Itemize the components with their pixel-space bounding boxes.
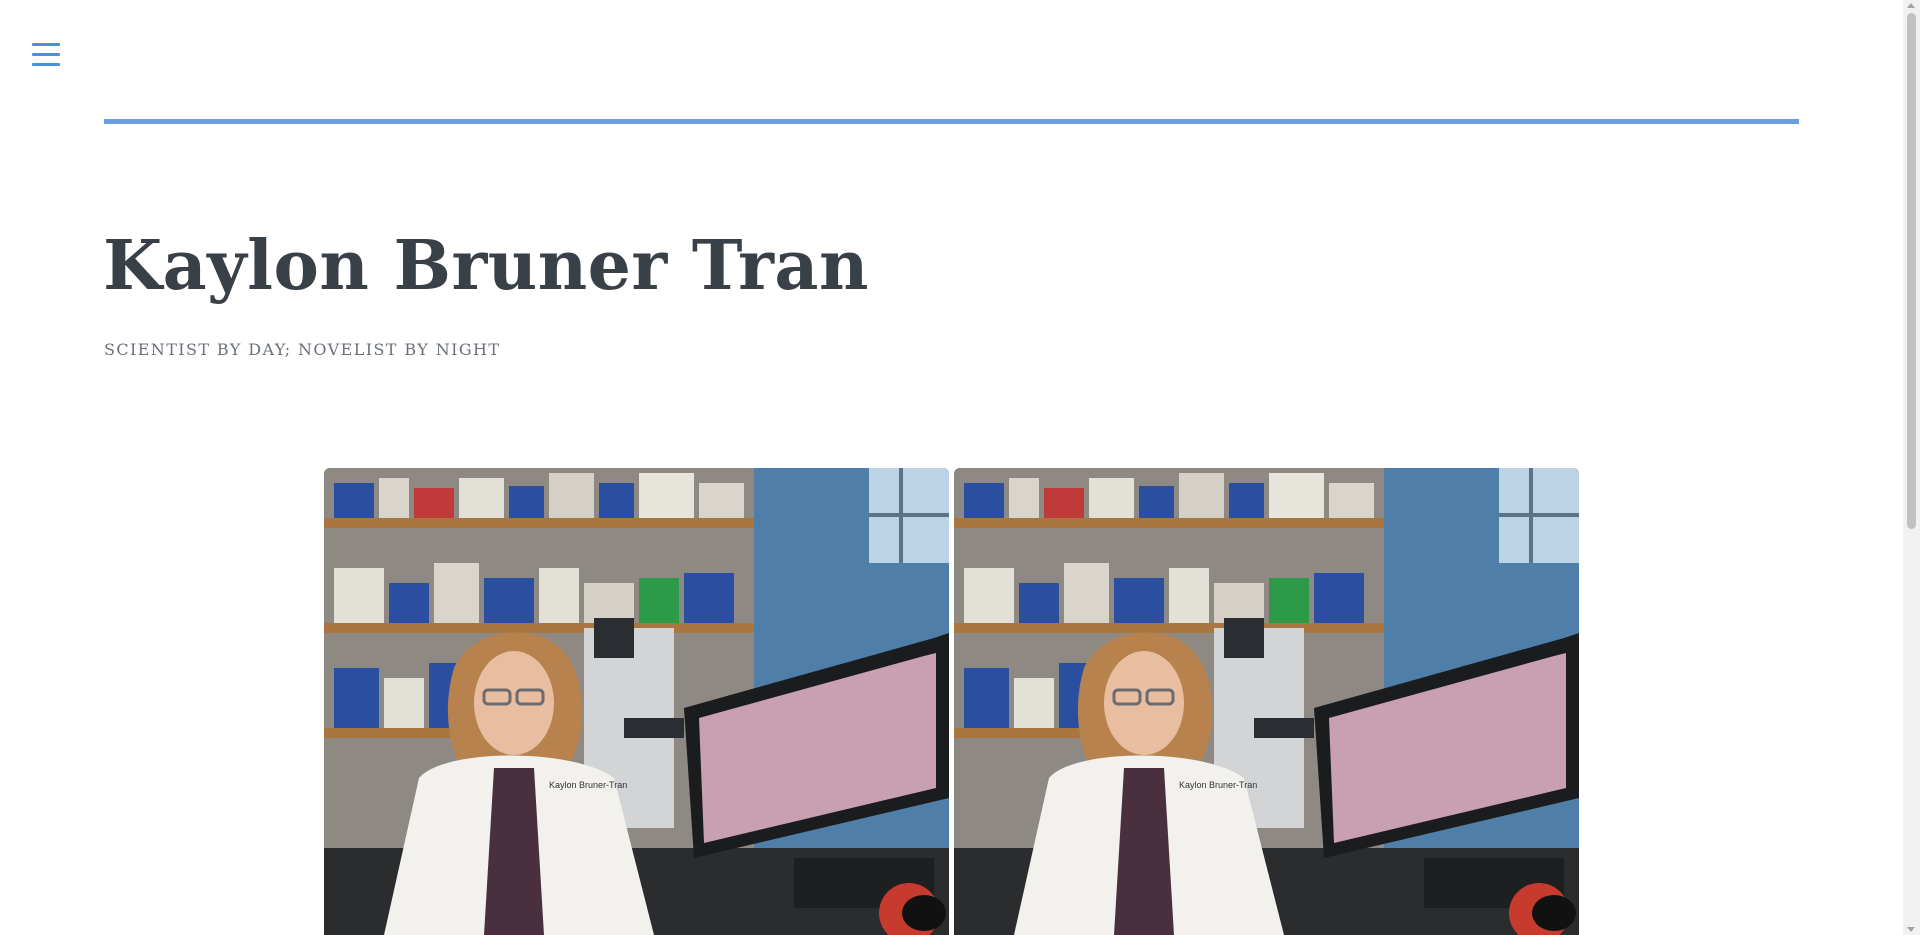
svg-text:Kaylon Bruner-Tran: Kaylon Bruner-Tran — [1179, 780, 1257, 790]
hamburger-menu-icon[interactable] — [32, 43, 62, 69]
vertical-scrollbar[interactable] — [1903, 0, 1920, 935]
scientist-portrait-photo[interactable]: Kaylon Bruner-Tran — [954, 468, 1579, 935]
menu-bar — [32, 63, 60, 66]
site-tagline: SCIENTIST BY DAY; NOVELIST BY NIGHT — [104, 340, 501, 359]
svg-text:Kaylon Bruner-Tran: Kaylon Bruner-Tran — [549, 780, 627, 790]
menu-bar — [32, 43, 60, 46]
header-divider — [104, 119, 1799, 124]
page: Kaylon Bruner Tran SCIENTIST BY DAY; NOV… — [0, 0, 1920, 935]
scrollbar-thumb[interactable] — [1907, 13, 1916, 529]
photo-gallery: Kaylon Bruner-Tran Kaylon Bruner-Tran — [324, 468, 1579, 935]
lab-portrait-illustration: Kaylon Bruner-Tran — [324, 468, 949, 935]
scroll-down-arrow-icon[interactable] — [1907, 927, 1915, 932]
scroll-up-arrow-icon[interactable] — [1907, 3, 1915, 8]
menu-bar — [32, 53, 60, 56]
site-title[interactable]: Kaylon Bruner Tran — [103, 222, 869, 310]
lab-portrait-illustration: Kaylon Bruner-Tran — [954, 468, 1579, 935]
scientist-portrait-photo[interactable]: Kaylon Bruner-Tran — [324, 468, 949, 935]
